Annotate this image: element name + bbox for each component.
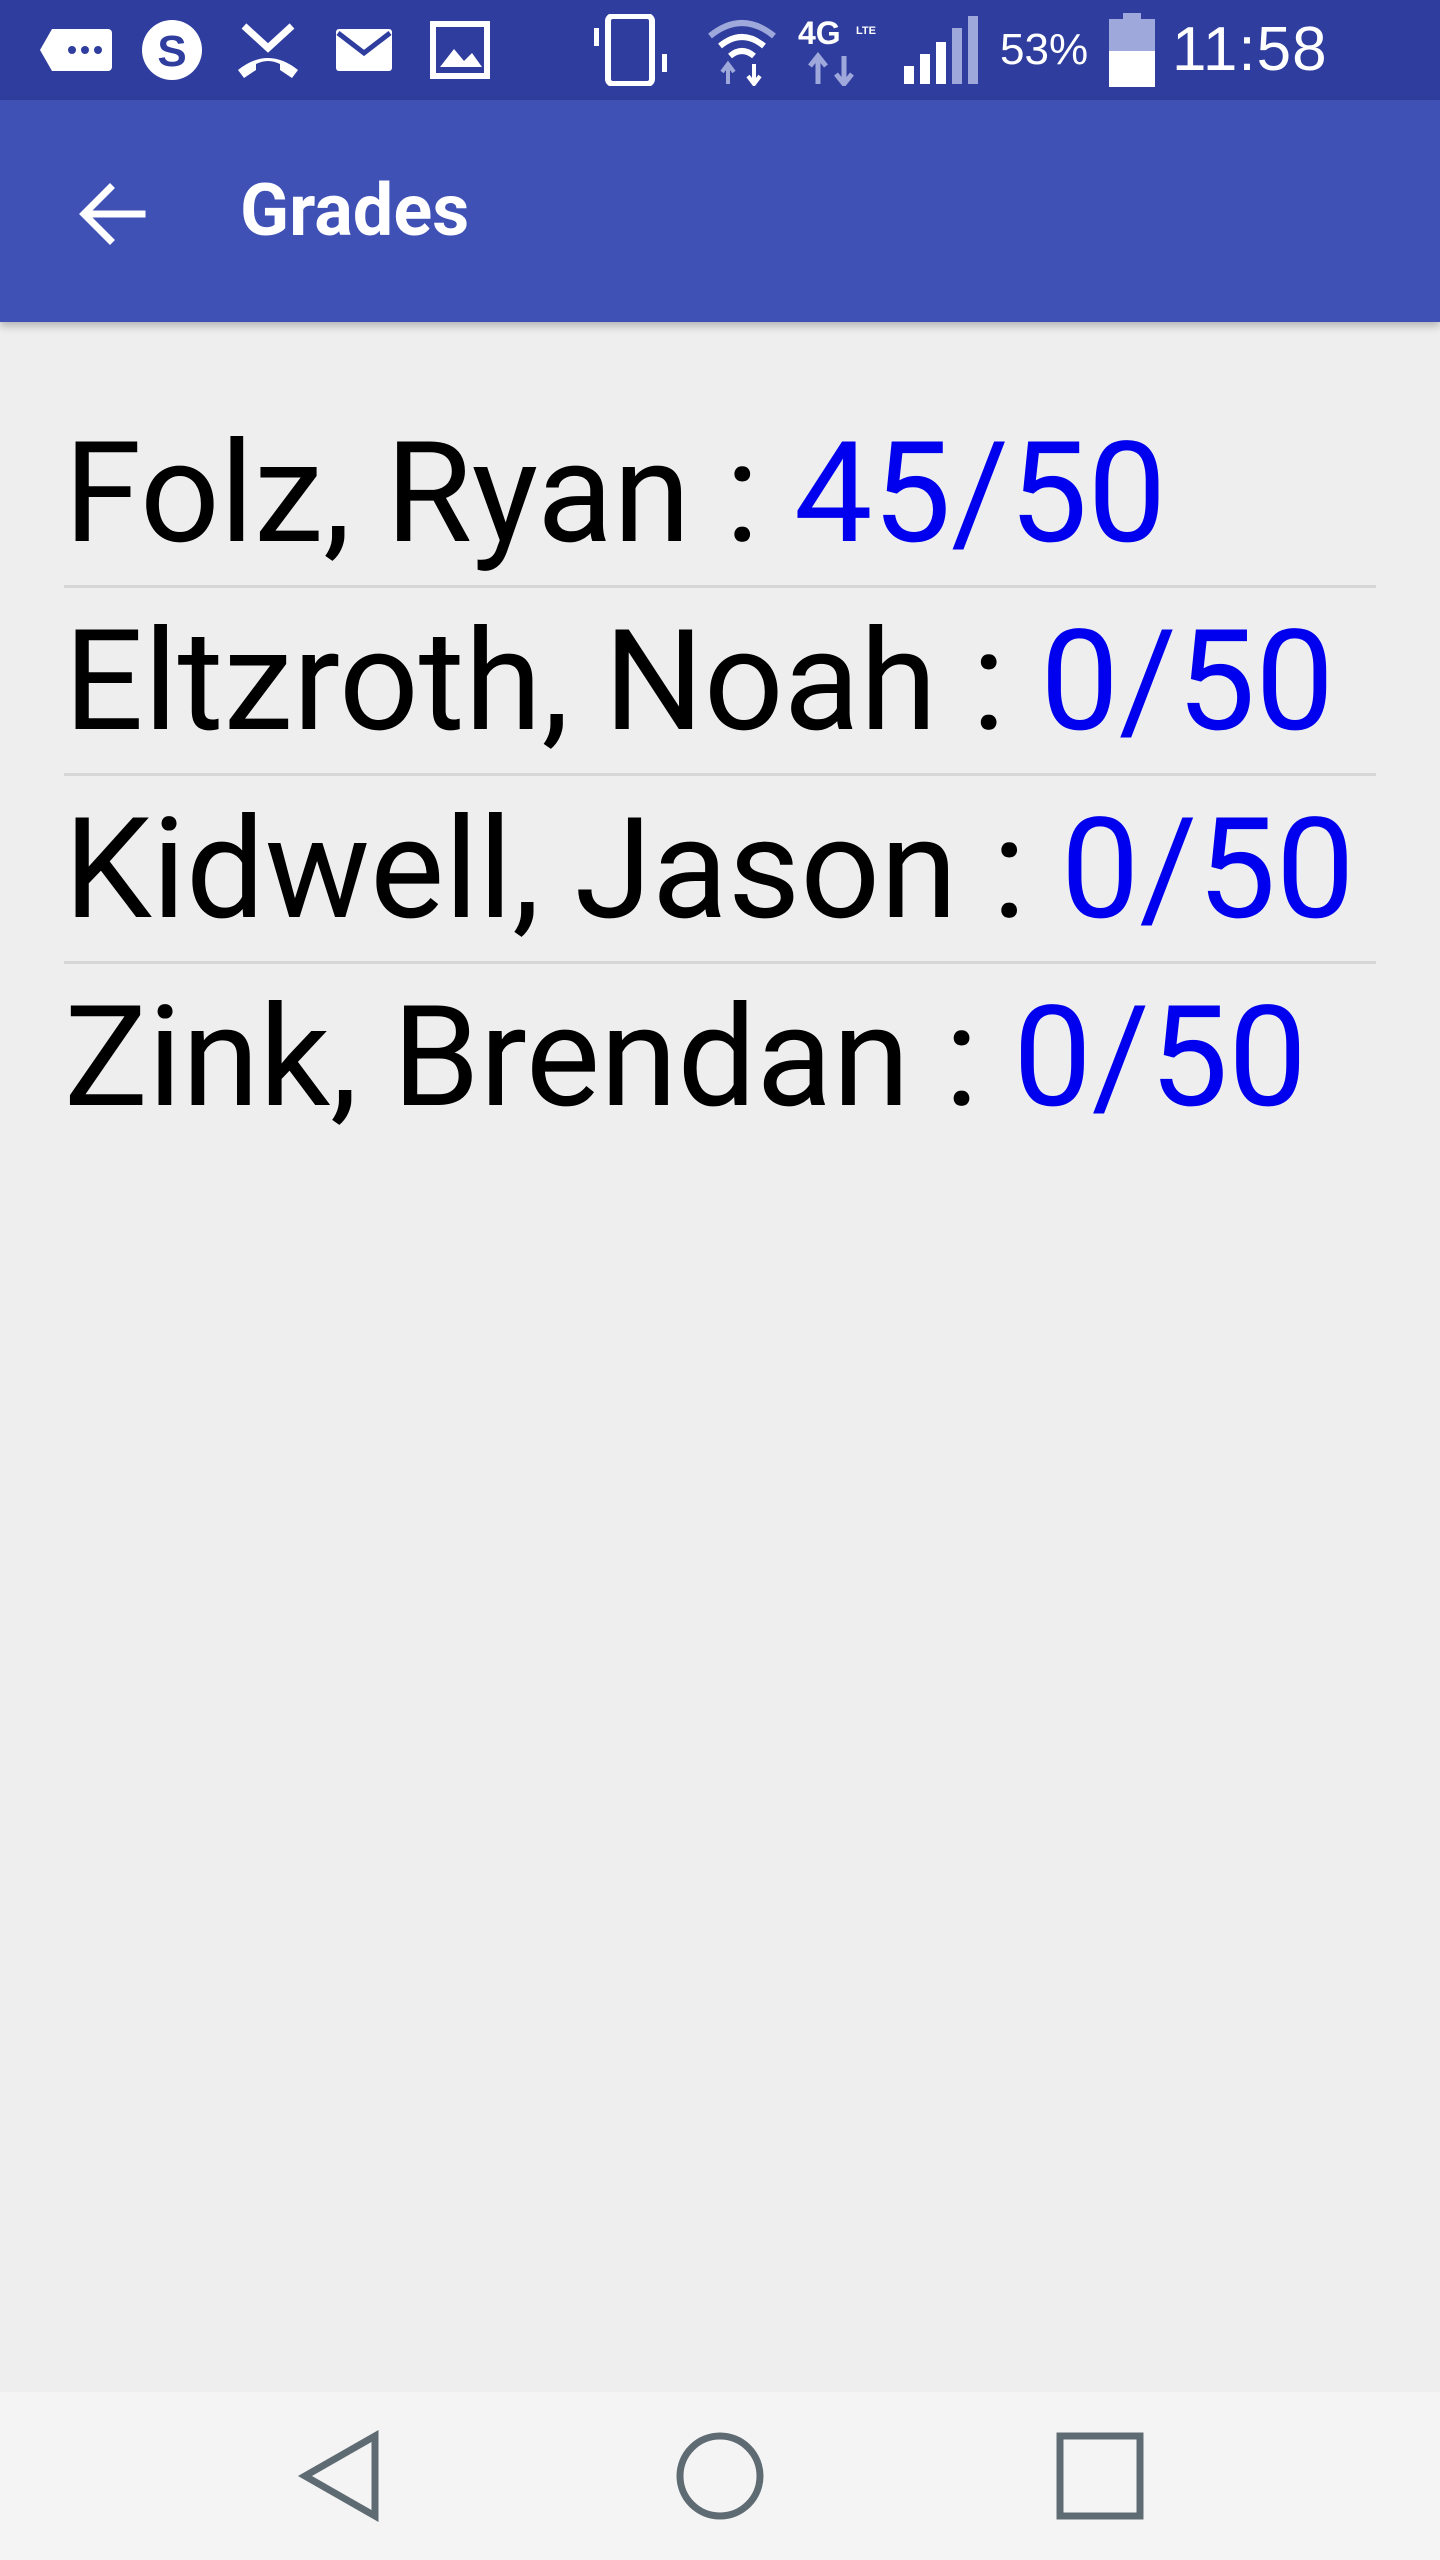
nav-back-button[interactable] [280, 2416, 400, 2536]
image-icon [428, 18, 492, 82]
skype-icon: S [136, 18, 208, 82]
grade-separator: : [690, 412, 794, 576]
nav-home-button[interactable] [660, 2416, 780, 2536]
student-name: Zink, Brendan [64, 976, 910, 1140]
grade-score: 0/50 [1040, 600, 1335, 764]
student-name: Eltzroth, Noah [64, 600, 937, 764]
student-name: Folz, Ryan [64, 412, 691, 576]
grade-separator: : [909, 976, 1014, 1140]
grade-separator: : [936, 600, 1041, 764]
grade-score: 0/50 [1013, 976, 1307, 1140]
battery-percent: 53% [1000, 25, 1089, 74]
wifi-icon [706, 18, 778, 86]
email-icon [332, 18, 396, 82]
clock: 11:58 PM [1172, 15, 1328, 184]
nav-recents-icon [1056, 2432, 1144, 2520]
app-bar: Grades [0, 100, 1440, 322]
status-bar: S 4G LTE 53% 11:58 PM [0, 0, 1440, 184]
4g-lte-icon: 4G LTE [796, 15, 888, 86]
grade-row[interactable]: Folz, Ryan : 45/50 [64, 400, 1376, 588]
nav-recents-button[interactable] [1040, 2416, 1160, 2536]
nav-back-icon [297, 2429, 379, 2523]
battery-icon [1104, 13, 1160, 87]
student-name: Kidwell, Jason [64, 788, 958, 952]
nav-home-icon [676, 2432, 764, 2520]
grade-row[interactable]: Zink, Brendan : 0/50 [64, 964, 1376, 1152]
missed-call-icon [232, 18, 304, 82]
grade-separator: : [957, 788, 1061, 952]
message-icon [36, 18, 116, 82]
grades-list: Folz, Ryan : 45/50 Eltzroth, Noah : 0/50… [64, 400, 1376, 1152]
arrow-back-icon [79, 183, 146, 245]
svg-text:S: S [157, 27, 186, 76]
grade-row[interactable]: Kidwell, Jason : 0/50 [64, 776, 1376, 964]
svg-text:LTE: LTE [856, 25, 876, 37]
grades-screen: S 4G LTE 53% 11:58 PM [0, 0, 1440, 2560]
svg-text:4G: 4G [798, 15, 841, 51]
page-title: Grades [240, 168, 470, 253]
vibrate-icon [590, 14, 674, 86]
grade-score: 0/50 [1060, 788, 1355, 952]
grade-row[interactable]: Eltzroth, Noah : 0/50 [64, 588, 1376, 776]
navigation-bar [0, 2392, 1440, 2560]
grade-score: 45/50 [793, 412, 1167, 576]
back-button[interactable] [64, 166, 160, 262]
signal-icon [902, 16, 986, 84]
